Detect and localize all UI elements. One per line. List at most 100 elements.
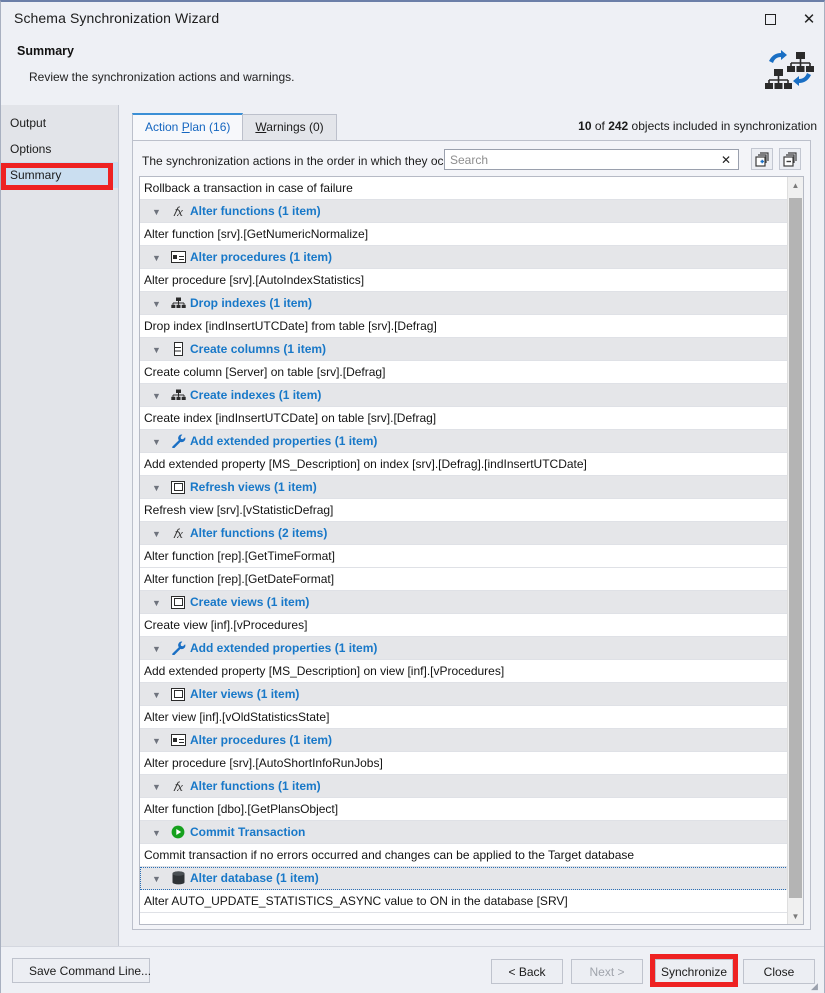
- action-group-row[interactable]: ▼ Alter database (1 item): [140, 867, 788, 890]
- action-group-row[interactable]: ▼ Add extended properties (1 item): [140, 430, 788, 453]
- action-group-row[interactable]: ▼ Add extended properties (1 item): [140, 637, 788, 660]
- expander-triangle-icon[interactable]: ▼: [152, 644, 166, 654]
- scrollbar-thumb[interactable]: [789, 198, 802, 898]
- save-command-line-button[interactable]: Save Command Line...: [12, 958, 151, 983]
- action-group-row[interactable]: ▼ Refresh views (1 item): [140, 476, 788, 499]
- action-item-row[interactable]: Drop index [indInsertUTCDate] from table…: [140, 315, 788, 338]
- expander-triangle-icon[interactable]: ▼: [152, 207, 166, 217]
- action-group-row[interactable]: ▼ Create views (1 item): [140, 591, 788, 614]
- action-group-row[interactable]: ▼ Create columns (1 item): [140, 338, 788, 361]
- list-scrollbar[interactable]: ▲ ▼: [787, 177, 803, 924]
- action-item-label: Add extended property [MS_Description] o…: [144, 664, 505, 678]
- action-item-row[interactable]: Create column [Server] on table [srv].[D…: [140, 361, 788, 384]
- search-input[interactable]: [445, 150, 715, 169]
- expander-triangle-icon[interactable]: ▼: [152, 437, 166, 447]
- view-icon: [171, 687, 185, 701]
- close-button[interactable]: ✕: [794, 7, 824, 31]
- sidebar-item-summary[interactable]: Summary: [1, 162, 118, 188]
- function-icon: 𝑓x: [166, 522, 190, 544]
- view-icon: [171, 480, 185, 494]
- action-group-row[interactable]: ▼ 𝑓x Alter functions (1 item): [140, 775, 788, 798]
- search-box[interactable]: ✕: [444, 149, 739, 170]
- sidebar-item-output[interactable]: Output: [1, 110, 118, 136]
- view-icon: [166, 595, 190, 609]
- tab-label: Action Plan (16): [145, 120, 231, 134]
- action-group-row[interactable]: ▼ Alter procedures (1 item): [140, 246, 788, 269]
- collapse-all-button[interactable]: [779, 148, 801, 170]
- wrench-icon: [171, 641, 185, 655]
- action-item-row[interactable]: Alter function [dbo].[GetPlansObject]: [140, 798, 788, 821]
- close-dialog-button[interactable]: Close: [743, 959, 815, 984]
- action-item-row[interactable]: Create view [inf].[vProcedures]: [140, 614, 788, 637]
- database-icon: [166, 871, 190, 885]
- main-content: Action Plan (16) Warnings (0) 10 of 242 …: [119, 105, 824, 946]
- expander-triangle-icon[interactable]: ▼: [152, 345, 166, 355]
- action-item-row[interactable]: Add extended property [MS_Description] o…: [140, 660, 788, 683]
- action-group-row[interactable]: ▼ Drop indexes (1 item): [140, 292, 788, 315]
- expander-triangle-icon[interactable]: ▼: [152, 529, 166, 539]
- expander-triangle-icon[interactable]: ▼: [152, 690, 166, 700]
- action-item-label: Alter function [rep].[GetTimeFormat]: [144, 549, 335, 563]
- expander-triangle-icon[interactable]: ▼: [152, 736, 166, 746]
- expander-triangle-icon[interactable]: ▼: [152, 483, 166, 493]
- clear-icon[interactable]: ✕: [718, 151, 734, 168]
- action-item-row[interactable]: Refresh view [srv].[vStatisticDefrag]: [140, 499, 788, 522]
- expander-triangle-icon[interactable]: ▼: [152, 391, 166, 401]
- action-item-label: Alter procedure [srv].[AutoIndexStatisti…: [144, 273, 365, 287]
- index-icon: [166, 389, 190, 402]
- action-group-label: Alter functions (1 item): [190, 203, 321, 218]
- action-group-row[interactable]: ▼ 𝑓x Alter functions (1 item): [140, 200, 788, 223]
- action-item-row[interactable]: Alter procedure [srv].[AutoShortInfoRunJ…: [140, 752, 788, 775]
- expander-triangle-icon[interactable]: ▼: [152, 828, 166, 838]
- action-item-row[interactable]: Alter function [srv].[GetNumericNormaliz…: [140, 223, 788, 246]
- action-item-row[interactable]: Rollback a transaction in case of failur…: [140, 177, 788, 200]
- expand-all-button[interactable]: [751, 148, 773, 170]
- action-plan-list[interactable]: Rollback a transaction in case of failur…: [139, 176, 804, 925]
- action-group-row[interactable]: ▼ Create indexes (1 item): [140, 384, 788, 407]
- tab-warnings[interactable]: Warnings (0): [242, 114, 337, 141]
- back-button[interactable]: < Back: [491, 959, 563, 984]
- function-icon: 𝑓x: [173, 778, 183, 794]
- function-icon: 𝑓x: [166, 200, 190, 222]
- title-bar: Schema Synchronization Wizard ✕: [1, 2, 824, 37]
- tab-action-plan[interactable]: Action Plan (16): [132, 113, 244, 141]
- action-plan-rows: Rollback a transaction in case of failur…: [140, 177, 788, 924]
- action-item-row[interactable]: Add extended property [MS_Description] o…: [140, 453, 788, 476]
- action-item-row[interactable]: Create index [indInsertUTCDate] on table…: [140, 407, 788, 430]
- action-group-row[interactable]: ▼ Alter views (1 item): [140, 683, 788, 706]
- expander-triangle-icon[interactable]: ▼: [152, 874, 166, 884]
- expander-triangle-icon[interactable]: ▼: [152, 782, 166, 792]
- action-group-label: Refresh views (1 item): [190, 479, 317, 494]
- sidebar-item-options[interactable]: Options: [1, 136, 118, 162]
- action-group-row[interactable]: ▼ 𝑓x Alter functions (2 items): [140, 522, 788, 545]
- expander-triangle-icon[interactable]: ▼: [152, 299, 166, 309]
- action-plan-panel: The synchronization actions in the order…: [132, 140, 811, 930]
- object-count-total: 242: [608, 119, 629, 133]
- function-icon: 𝑓x: [166, 775, 190, 797]
- scroll-up-button[interactable]: ▲: [788, 177, 803, 193]
- action-group-row[interactable]: ▼ Alter procedures (1 item): [140, 729, 788, 752]
- wrench-icon: [171, 434, 185, 448]
- action-item-label: Create column [Server] on table [srv].[D…: [144, 365, 386, 379]
- tab-strip: Action Plan (16) Warnings (0): [132, 113, 337, 141]
- wrench-icon: [166, 434, 190, 448]
- action-item-row[interactable]: Alter AUTO_UPDATE_STATISTICS_ASYNC value…: [140, 890, 788, 913]
- action-item-row[interactable]: Alter function [rep].[GetTimeFormat]: [140, 545, 788, 568]
- maximize-button[interactable]: [755, 7, 785, 31]
- action-group-row[interactable]: ▼ Commit Transaction: [140, 821, 788, 844]
- expand-all-icon: [754, 151, 769, 167]
- commit-icon: [166, 825, 190, 839]
- synchronize-button[interactable]: Synchronize: [655, 959, 733, 984]
- expander-triangle-icon[interactable]: ▼: [152, 253, 166, 263]
- commit-icon: [171, 825, 185, 839]
- index-icon: [170, 389, 186, 400]
- scroll-down-button[interactable]: ▼: [788, 908, 803, 924]
- action-item-row[interactable]: Alter procedure [srv].[AutoIndexStatisti…: [140, 269, 788, 292]
- action-group-label: Create indexes (1 item): [190, 387, 322, 402]
- action-item-row[interactable]: Commit transaction if no errors occurred…: [140, 844, 788, 867]
- action-item-row[interactable]: Alter function [rep].[GetDateFormat]: [140, 568, 788, 591]
- expander-triangle-icon[interactable]: ▼: [152, 598, 166, 608]
- database-icon: [172, 871, 184, 885]
- page-header: Summary Review the synchronization actio…: [1, 37, 824, 105]
- action-item-row[interactable]: Alter view [inf].[vOldStatisticsState]: [140, 706, 788, 729]
